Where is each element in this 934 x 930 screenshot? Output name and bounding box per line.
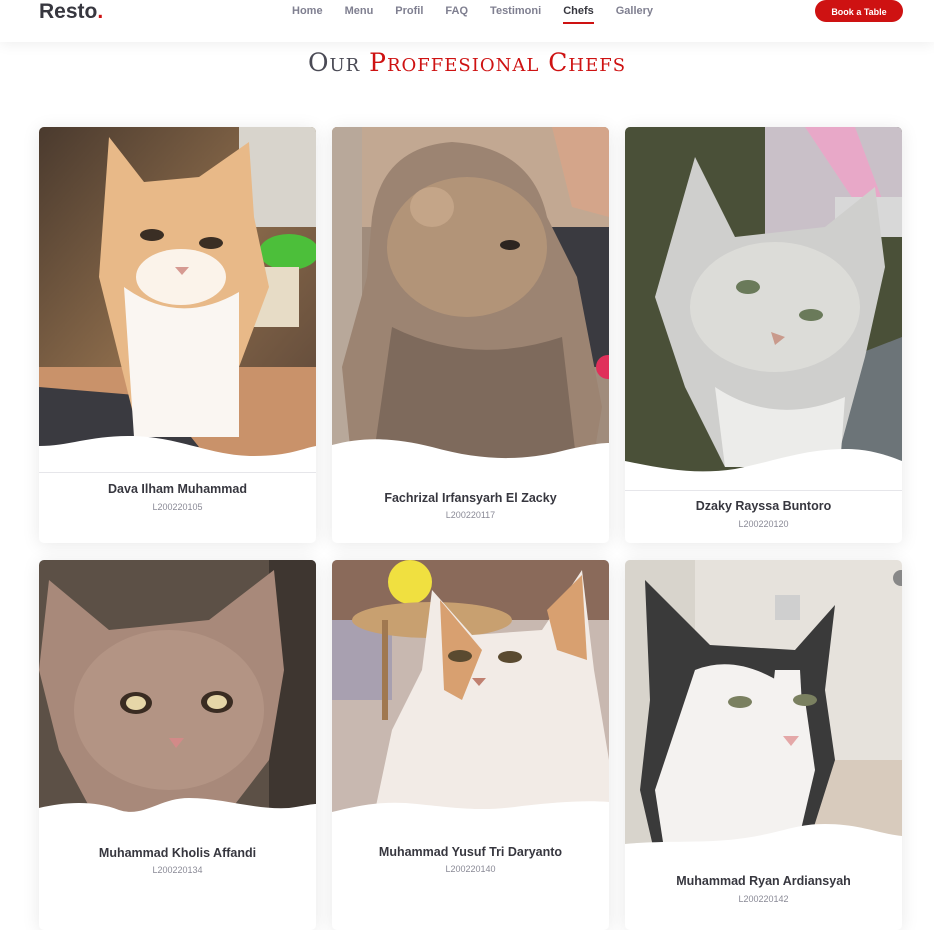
- wave-divider: [625, 449, 902, 487]
- nav-faq[interactable]: FAQ: [445, 4, 468, 18]
- chef-id: L200220142: [738, 894, 789, 904]
- chef-card[interactable]: Muhammad Kholis Affandi L200220134: [39, 560, 316, 930]
- chef-id: L200220105: [152, 502, 203, 512]
- chef-photo: [332, 560, 609, 825]
- wave-divider: [332, 439, 609, 477]
- chef-name: Fachrizal Irfansyarh El Zacky: [384, 491, 557, 505]
- nav-profil[interactable]: Profil: [395, 4, 423, 18]
- chef-card[interactable]: Dzaky Rayssa Buntoro L200220120: [625, 127, 902, 543]
- nav-testimoni[interactable]: Testimoni: [490, 4, 541, 18]
- chef-photo: [39, 127, 316, 457]
- chef-card[interactable]: Dava Ilham Muhammad L200220105: [39, 127, 316, 543]
- chef-name: Dava Ilham Muhammad: [108, 482, 247, 496]
- photo-overlay-text: 13: [600, 444, 609, 454]
- chef-photo: [332, 127, 609, 467]
- nav-menu[interactable]: Menu: [345, 4, 374, 18]
- chef-name: Muhammad Ryan Ardiansyah: [676, 874, 851, 888]
- section-title-part2: Proffesional Chefs: [369, 48, 627, 77]
- wave-divider: [625, 824, 902, 860]
- nav-home[interactable]: Home: [292, 4, 323, 18]
- nav-gallery[interactable]: Gallery: [616, 4, 653, 18]
- logo-dot: .: [97, 0, 104, 23]
- wave-divider: [332, 801, 609, 836]
- chef-photo: [625, 560, 902, 855]
- chef-id: L200220120: [738, 519, 789, 529]
- site-header: Resto. Home Menu Profil FAQ Testimoni Ch…: [0, 0, 934, 42]
- nav-chefs[interactable]: Chefs: [563, 4, 594, 24]
- card-divider: [39, 472, 316, 473]
- chef-id: L200220134: [152, 865, 203, 875]
- section-title: Our Proffesional Chefs: [0, 46, 934, 80]
- chef-card[interactable]: 13 Fachrizal Irfansyarh El Zacky L200220…: [332, 127, 609, 543]
- main-nav: Home Menu Profil FAQ Testimoni Chefs Gal…: [292, 4, 675, 24]
- section-title-part1: Our: [307, 48, 361, 77]
- chef-card[interactable]: Muhammad Ryan Ardiansyah L200220142: [625, 560, 902, 930]
- logo[interactable]: Resto.: [39, 0, 103, 24]
- chef-id: L200220117: [445, 510, 496, 520]
- card-divider: [625, 490, 902, 491]
- chef-photo: [39, 560, 316, 825]
- chef-name: Dzaky Rayssa Buntoro: [695, 499, 832, 513]
- chef-card[interactable]: Muhammad Yusuf Tri Daryanto L200220140: [332, 560, 609, 930]
- wave-divider: [39, 436, 316, 472]
- chef-id: L200220140: [445, 864, 496, 874]
- book-table-button[interactable]: Book a Table: [815, 0, 903, 22]
- chef-photo: [625, 127, 902, 472]
- wave-divider: [39, 798, 316, 836]
- chef-name: Muhammad Kholis Affandi: [98, 846, 257, 860]
- chef-name: Muhammad Yusuf Tri Daryanto: [378, 845, 563, 859]
- logo-text: Resto: [39, 0, 98, 23]
